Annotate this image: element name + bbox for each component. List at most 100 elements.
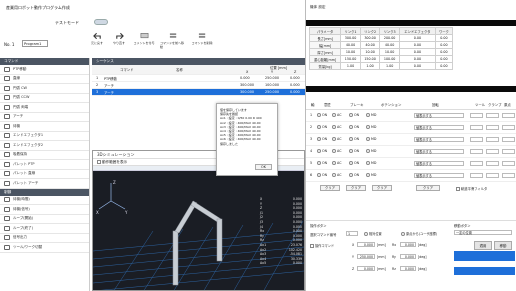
redo-button[interactable]: やり直す xyxy=(108,32,130,45)
axis-extra-field[interactable] xyxy=(470,125,483,130)
param-value-cell[interactable]: 1.00 xyxy=(340,62,361,70)
ac-option[interactable]: AC xyxy=(332,113,342,117)
param-value-cell[interactable]: 40.00 xyxy=(340,41,361,49)
apply-button[interactable]: 適用 xyxy=(474,241,492,250)
potentio-option[interactable]: MD xyxy=(366,161,376,165)
command-item[interactable]: 円弧 両端 xyxy=(0,103,89,113)
axis-extra-field[interactable] xyxy=(470,173,483,178)
axis-extra-field[interactable] xyxy=(502,173,515,178)
control-item[interactable]: 待機(時間) xyxy=(0,196,89,205)
param-value-cell[interactable]: 0.00 xyxy=(434,48,454,56)
enable-option[interactable]: ON xyxy=(317,173,327,177)
brake-option[interactable]: ON xyxy=(349,137,359,141)
ac-option[interactable]: AC xyxy=(332,125,342,129)
param-value-cell[interactable]: 0.00 xyxy=(398,48,436,56)
param-value-cell[interactable]: 300.00 xyxy=(359,34,381,42)
axis-extra-field[interactable] xyxy=(486,161,499,166)
brake-option[interactable]: ON xyxy=(349,161,359,165)
ac-option[interactable]: AC xyxy=(332,173,342,177)
axis-extra-field[interactable] xyxy=(470,113,483,118)
potentio-option[interactable]: MD xyxy=(366,173,376,177)
param-value-cell[interactable]: 0.00 xyxy=(434,62,454,70)
operation-command-checkbox[interactable]: 操作コマンド xyxy=(310,243,334,248)
command-item[interactable]: パレット アーチ xyxy=(0,179,89,189)
axis-extra-field[interactable] xyxy=(486,173,499,178)
param-value-cell[interactable]: 1.00 xyxy=(379,62,400,70)
control-item[interactable]: ツール/ワーク切替 xyxy=(0,243,89,253)
command-item[interactable]: 円弧 CCW xyxy=(0,94,89,103)
axis-extra-field[interactable] xyxy=(502,125,515,130)
potentio-option[interactable]: MD xyxy=(366,137,376,141)
param-value-cell[interactable]: 150.00 xyxy=(340,55,361,63)
clear-button-1[interactable]: クリア xyxy=(320,185,340,191)
command-item[interactable]: 直線 xyxy=(0,75,89,84)
control-item[interactable]: 信号出力 xyxy=(0,234,89,243)
param-value-cell[interactable]: 0.00 xyxy=(398,55,436,63)
clear-button-2[interactable]: クリア xyxy=(346,185,366,191)
ac-option[interactable]: AC xyxy=(332,137,342,141)
command-item[interactable]: エンドエフェクタ2 xyxy=(0,141,89,151)
param-value-cell[interactable]: 300.00 xyxy=(340,34,361,42)
axis-extra-field[interactable] xyxy=(470,161,483,166)
origin-radio[interactable]: 原点から(ユーザ座標) xyxy=(401,231,437,236)
axis-extra-field[interactable] xyxy=(502,137,515,142)
axis-extra-field[interactable] xyxy=(470,137,483,142)
command-item[interactable]: パレット PTP xyxy=(0,160,89,170)
delete-button[interactable]: コマンドを削除 xyxy=(191,32,213,45)
command-item[interactable]: 円弧 CW xyxy=(0,84,89,94)
param-value-cell[interactable]: 10.00 xyxy=(359,48,381,56)
control-item[interactable]: 待機(信号) xyxy=(0,205,89,215)
command-item[interactable]: 待機 xyxy=(0,122,89,132)
table-row[interactable]: 3 アーチ 300.000 250.000 0.000 xyxy=(92,89,305,96)
clear-button-3[interactable]: クリア xyxy=(372,185,392,191)
brake-option[interactable]: ON xyxy=(349,113,359,117)
command-item[interactable]: パレット 直線 xyxy=(0,170,89,179)
param-value-cell[interactable]: 40.00 xyxy=(359,41,381,49)
program-name-field[interactable]: Program1 xyxy=(22,40,48,47)
enable-option[interactable]: ON xyxy=(317,125,327,129)
table-row[interactable]: 1 PTP移動 0.000 250.000 0.000 xyxy=(92,75,305,82)
comment-button[interactable]: コメントを付与 xyxy=(133,32,155,45)
param-value-cell[interactable]: 0.00 xyxy=(434,41,454,49)
command-item[interactable]: アーチ xyxy=(0,113,89,122)
test-mode-toggle[interactable] xyxy=(94,19,108,25)
rotate-dropdown[interactable]: 値表示する xyxy=(414,173,464,178)
rotate-dropdown[interactable]: 値表示する xyxy=(414,125,464,130)
command-item[interactable]: 吸着保持 xyxy=(0,151,89,160)
potentio-option[interactable]: MD xyxy=(366,149,376,153)
param-value-cell[interactable]: 10.00 xyxy=(379,48,400,56)
clear-button-4[interactable]: クリア xyxy=(416,185,440,191)
ac-option[interactable]: AC xyxy=(332,149,342,153)
param-value-cell[interactable]: 40.00 xyxy=(379,41,400,49)
param-value-cell[interactable]: 0.00 xyxy=(398,34,436,42)
enable-option[interactable]: ON xyxy=(317,113,327,117)
control-item[interactable]: ループ(終了) xyxy=(0,224,89,234)
coord-input[interactable]: 250.000 xyxy=(357,254,375,259)
axis-extra-field[interactable] xyxy=(486,113,499,118)
coord-input[interactable]: 0.000 xyxy=(357,242,375,247)
axis-extra-field[interactable] xyxy=(486,125,499,130)
potentio-option[interactable]: MD xyxy=(366,113,376,117)
enable-option[interactable]: ON xyxy=(317,137,327,141)
param-value-cell[interactable]: 1.00 xyxy=(359,62,381,70)
axis-extra-field[interactable] xyxy=(486,149,499,154)
rot-input[interactable]: 0.000 xyxy=(400,242,416,247)
param-value-cell[interactable]: 200.00 xyxy=(379,34,400,42)
relative-radio[interactable]: 相対位置 xyxy=(364,231,382,236)
smoothing-filter[interactable]: 軌道平滑フィルタ xyxy=(456,186,487,191)
rotate-dropdown[interactable]: 値表示する xyxy=(414,137,464,142)
command-no-dropdown[interactable]: 1 xyxy=(346,231,358,236)
simulation-viewport[interactable]: Z Y X X 0.000 Y 0.000 Z 0.000 J1 0.000 J2 0.000 J3… xyxy=(93,171,304,290)
axis-extra-field[interactable] xyxy=(502,149,515,154)
move-mode-dropdown[interactable]: 一定の位置 xyxy=(454,230,512,235)
rotate-dropdown[interactable]: 値表示する xyxy=(414,161,464,166)
rotate-dropdown[interactable]: 値表示する xyxy=(414,149,464,154)
rotate-dropdown[interactable]: 値表示する xyxy=(414,113,464,118)
param-value-cell[interactable]: 150.00 xyxy=(359,55,381,63)
control-item[interactable]: ループ(開始) xyxy=(0,215,89,224)
param-value-cell[interactable]: 100.00 xyxy=(379,55,400,63)
brake-option[interactable]: ON xyxy=(349,173,359,177)
param-value-cell[interactable]: 0.00 xyxy=(398,41,436,49)
enable-option[interactable]: ON xyxy=(317,149,327,153)
axis-extra-field[interactable] xyxy=(486,137,499,142)
